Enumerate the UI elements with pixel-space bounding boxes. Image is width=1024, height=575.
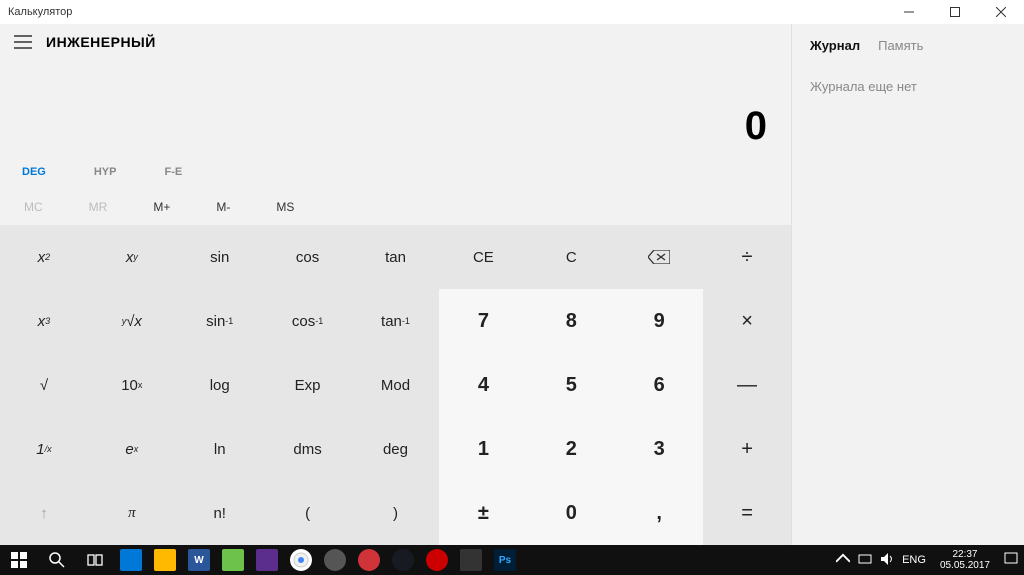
btn-8[interactable]: 8 bbox=[527, 289, 615, 353]
btn-x-power-y[interactable]: xy bbox=[88, 225, 176, 289]
tray-clock[interactable]: 22:37 05.05.2017 bbox=[934, 549, 996, 571]
taskbar-app-word[interactable]: W bbox=[182, 545, 216, 575]
taskbar-app-8[interactable] bbox=[454, 545, 488, 575]
tray-language[interactable]: ENG bbox=[902, 554, 926, 566]
display: 0 bbox=[0, 60, 791, 155]
btn-mod[interactable]: Mod bbox=[352, 353, 440, 417]
btn-rparen[interactable]: ) bbox=[352, 481, 440, 545]
toggle-deg[interactable]: DEG bbox=[12, 160, 56, 184]
tray-time: 22:37 bbox=[940, 549, 990, 560]
btn-2[interactable]: 2 bbox=[527, 417, 615, 481]
tab-history[interactable]: Журнал bbox=[810, 38, 860, 53]
btn-divide[interactable]: ÷ bbox=[703, 225, 791, 289]
minimize-button[interactable] bbox=[886, 0, 932, 24]
memory-store[interactable]: MS bbox=[264, 194, 306, 220]
button-grid: x2 xy sin cos tan CE C ÷ x3 y√x sin-1 co… bbox=[0, 225, 791, 545]
btn-pi[interactable]: π bbox=[88, 481, 176, 545]
btn-exp[interactable]: Exp bbox=[264, 353, 352, 417]
btn-minus[interactable]: — bbox=[703, 353, 791, 417]
btn-0[interactable]: 0 bbox=[527, 481, 615, 545]
btn-up[interactable]: ↑ bbox=[0, 481, 88, 545]
btn-acos[interactable]: cos-1 bbox=[264, 289, 352, 353]
memory-recall[interactable]: MR bbox=[77, 194, 120, 220]
start-button[interactable] bbox=[0, 545, 38, 575]
taskbar-app-7[interactable] bbox=[420, 545, 454, 575]
tab-memory[interactable]: Память bbox=[878, 38, 923, 53]
window-title: Калькулятор bbox=[8, 6, 72, 18]
taskbar-app-6[interactable] bbox=[352, 545, 386, 575]
task-view-button[interactable] bbox=[76, 545, 114, 575]
memory-clear[interactable]: MC bbox=[12, 194, 55, 220]
display-value: 0 bbox=[745, 104, 767, 149]
tray-notifications-icon[interactable] bbox=[1004, 552, 1018, 569]
history-empty: Журнала еще нет bbox=[810, 79, 1006, 94]
taskbar-app-3[interactable] bbox=[216, 545, 250, 575]
memory-minus[interactable]: M- bbox=[204, 194, 242, 220]
btn-sin[interactable]: sin bbox=[176, 225, 264, 289]
btn-x-squared[interactable]: x2 bbox=[0, 225, 88, 289]
btn-cos[interactable]: cos bbox=[264, 225, 352, 289]
close-button[interactable] bbox=[978, 0, 1024, 24]
btn-c[interactable]: C bbox=[527, 225, 615, 289]
btn-5[interactable]: 5 bbox=[527, 353, 615, 417]
maximize-button[interactable] bbox=[932, 0, 978, 24]
toggle-fe[interactable]: F-E bbox=[154, 160, 192, 184]
toggle-hyp[interactable]: HYP bbox=[84, 160, 127, 184]
btn-ex[interactable]: ex bbox=[88, 417, 176, 481]
btn-negate[interactable]: ± bbox=[439, 481, 527, 545]
mode-title: ИНЖЕНЕРНЫЙ bbox=[46, 34, 156, 50]
memory-plus[interactable]: M+ bbox=[141, 194, 182, 220]
system-tray: ENG 22:37 05.05.2017 bbox=[836, 549, 1024, 571]
btn-sqrt[interactable]: √ bbox=[0, 353, 88, 417]
tray-chevron-icon[interactable] bbox=[836, 552, 850, 569]
btn-4[interactable]: 4 bbox=[439, 353, 527, 417]
taskbar-app-5[interactable] bbox=[318, 545, 352, 575]
btn-log[interactable]: log bbox=[176, 353, 264, 417]
taskbar-app-1[interactable] bbox=[114, 545, 148, 575]
angle-toggles: DEG HYP F-E bbox=[0, 155, 791, 189]
menu-button[interactable] bbox=[6, 25, 40, 59]
taskbar-app-chrome[interactable] bbox=[284, 545, 318, 575]
btn-lparen[interactable]: ( bbox=[264, 481, 352, 545]
memory-row: MC MR M+ M- MS bbox=[0, 189, 791, 225]
btn-deg[interactable]: deg bbox=[352, 417, 440, 481]
calc-header: ИНЖЕНЕРНЫЙ bbox=[0, 24, 791, 60]
btn-decimal[interactable]: , bbox=[615, 481, 703, 545]
btn-3[interactable]: 3 bbox=[615, 417, 703, 481]
taskbar-app-ps[interactable]: Ps bbox=[488, 545, 522, 575]
btn-x-cubed[interactable]: x3 bbox=[0, 289, 88, 353]
btn-ce[interactable]: CE bbox=[439, 225, 527, 289]
taskbar: W Ps ENG 22:37 05.05.2017 bbox=[0, 545, 1024, 575]
btn-y-root[interactable]: y√x bbox=[88, 289, 176, 353]
btn-10x[interactable]: 10x bbox=[88, 353, 176, 417]
btn-atan[interactable]: tan-1 bbox=[352, 289, 440, 353]
taskbar-app-steam[interactable] bbox=[386, 545, 420, 575]
btn-1[interactable]: 1 bbox=[439, 417, 527, 481]
btn-tan[interactable]: tan bbox=[352, 225, 440, 289]
btn-equals[interactable]: = bbox=[703, 481, 791, 545]
taskbar-app-2[interactable] bbox=[148, 545, 182, 575]
btn-7[interactable]: 7 bbox=[439, 289, 527, 353]
side-panel: Журнал Память Журнала еще нет bbox=[792, 24, 1024, 545]
btn-inverse[interactable]: 1/x bbox=[0, 417, 88, 481]
tray-date: 05.05.2017 bbox=[940, 560, 990, 571]
tray-network-icon[interactable] bbox=[858, 552, 872, 569]
tray-volume-icon[interactable] bbox=[880, 552, 894, 569]
search-button[interactable] bbox=[38, 545, 76, 575]
btn-factorial[interactable]: n! bbox=[176, 481, 264, 545]
btn-asin[interactable]: sin-1 bbox=[176, 289, 264, 353]
btn-plus[interactable]: + bbox=[703, 417, 791, 481]
btn-multiply[interactable]: × bbox=[703, 289, 791, 353]
titlebar: Калькулятор bbox=[0, 0, 1024, 24]
btn-9[interactable]: 9 bbox=[615, 289, 703, 353]
btn-dms[interactable]: dms bbox=[264, 417, 352, 481]
btn-6[interactable]: 6 bbox=[615, 353, 703, 417]
btn-backspace[interactable] bbox=[615, 225, 703, 289]
btn-ln[interactable]: ln bbox=[176, 417, 264, 481]
taskbar-app-4[interactable] bbox=[250, 545, 284, 575]
